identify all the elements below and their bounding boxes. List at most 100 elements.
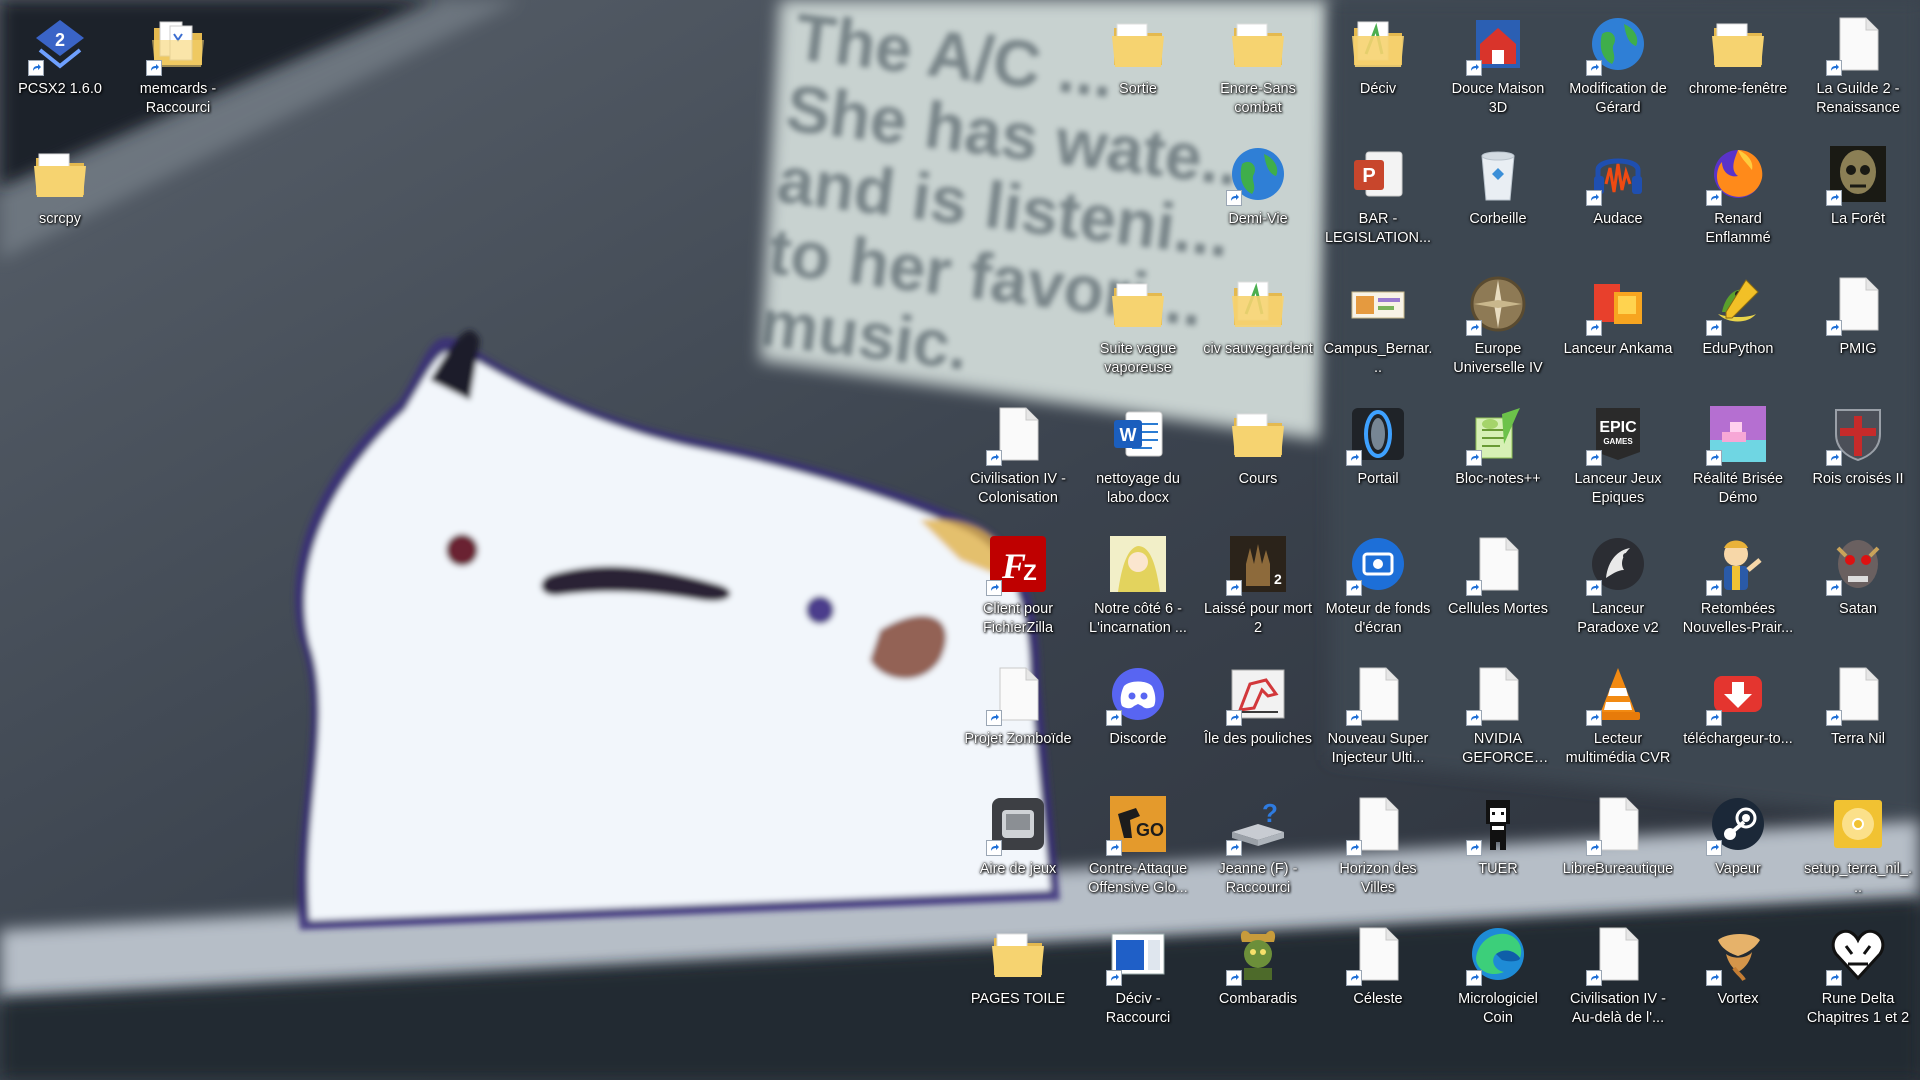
desktop-icon[interactable]: Sortie (1082, 4, 1194, 128)
desktop-icon[interactable]: Corbeille (1442, 134, 1554, 258)
desktop-icon[interactable]: La Forêt (1802, 134, 1914, 258)
desktop-icon[interactable]: Bloc-notes++ (1442, 394, 1554, 518)
desktop-icon[interactable]: Rois croisés II (1802, 394, 1914, 518)
desktop-icon[interactable]: ? Jeanne (F) - Raccourci (1202, 784, 1314, 908)
desktop-icon-label: BAR - LEGISLATION... (1324, 211, 1432, 246)
desktop-icon[interactable]: Vapeur (1682, 784, 1794, 908)
desktop-icon[interactable]: Moteur de fonds d'écran (1322, 524, 1434, 648)
desktop-icon-label: Rois croisés II (1812, 471, 1904, 487)
desktop-icon[interactable]: civ sauvegardent (1202, 264, 1314, 388)
firefox-icon (1706, 142, 1770, 206)
desktop-icon[interactable]: EPIC GAMES Lanceur Jeux Epiques (1562, 394, 1674, 518)
desktop-icon[interactable]: memcards - Raccourci (122, 4, 234, 128)
desktop-icon[interactable]: Discorde (1082, 654, 1194, 778)
paradox-icon (1586, 532, 1650, 596)
desktop-icon[interactable]: Notre côté 6 - L'incarnation ... (1082, 524, 1194, 648)
desktop-icon[interactable]: Wnettoyage du labo.docx (1082, 394, 1194, 518)
desktop-icon[interactable]: EduPython (1682, 264, 1794, 388)
desktop-icon[interactable]: Réalité Brisée Démo (1682, 394, 1794, 518)
desktop-icon[interactable]: Cours (1202, 394, 1314, 518)
desktop-icon[interactable]: Céleste (1322, 914, 1434, 1038)
desktop-icon[interactable]: Modification de Gérard (1562, 4, 1674, 128)
audacity-icon (1586, 142, 1650, 206)
desktop-icon-label: Terra Nil (1831, 731, 1885, 747)
desktop-icon[interactable]: Micrologiciel Coin (1442, 914, 1554, 1038)
desktop-icon[interactable]: P BAR - LEGISLATION... (1322, 134, 1434, 258)
desktop-icon[interactable]: Terra Nil (1802, 654, 1914, 778)
desktop-icon[interactable]: Aire de jeux (962, 784, 1074, 908)
demon-skull-icon (1826, 532, 1890, 596)
desktop-icon[interactable]: Portail (1322, 394, 1434, 518)
desktop-icon[interactable]: Europe Universelle IV (1442, 264, 1554, 388)
portal-icon (1346, 402, 1410, 466)
desktop-icon[interactable]: Vortex (1682, 914, 1794, 1038)
desktop-icon[interactable]: Campus_Bernar... (1322, 264, 1434, 388)
desktop-icon[interactable]: chrome-fenêtre (1682, 4, 1794, 128)
desktop-icon[interactable]: Audace (1562, 134, 1674, 258)
file-icon (1826, 662, 1890, 726)
desktop-icon[interactable]: Projet Zomboïde (962, 654, 1074, 778)
desktop-icon[interactable]: Retombées Nouvelles-Prair... (1682, 524, 1794, 648)
file-icon (1826, 272, 1890, 336)
shortcut-arrow-icon (986, 710, 1002, 726)
desktop-icon[interactable]: TUER (1442, 784, 1554, 908)
desktop-icon-label: Client pour FichierZilla (982, 601, 1054, 636)
desktop-icon[interactable]: Demi-Vie (1202, 134, 1314, 258)
desktop-icon-label: Corbeille (1469, 211, 1527, 227)
desktop-icon[interactable]: GO Contre-Attaque Offensive Glo... (1082, 784, 1194, 908)
desktop-icon[interactable]: scrcpy (4, 134, 116, 258)
sweet-home-icon (1466, 12, 1530, 76)
discord-icon (1106, 662, 1170, 726)
desktop-icon-label: Céleste (1353, 991, 1403, 1007)
desktop-icon[interactable]: Douce Maison 3D (1442, 4, 1554, 128)
svg-text:F: F (1001, 546, 1026, 586)
desktop-icon-label: Moteur de fonds d'écran (1325, 601, 1431, 636)
desktop-icon[interactable]: F Z Client pour FichierZilla (962, 524, 1074, 648)
desktop-icon[interactable]: Suite vague vaporeuse (1082, 264, 1194, 388)
svg-text:GO: GO (1136, 820, 1164, 840)
desktop-icon[interactable]: Civilisation IV - Colonisation (962, 394, 1074, 518)
shortcut-arrow-icon (1826, 710, 1842, 726)
desktop-icon[interactable]: PMIG (1802, 264, 1914, 388)
desktop-icon[interactable]: 2 Laissé pour mort 2 (1202, 524, 1314, 648)
desktop-icon[interactable]: Satan (1802, 524, 1914, 648)
desktop-icon-label: civ sauvegardent (1203, 341, 1313, 357)
shortcut-arrow-icon (1226, 580, 1242, 596)
desktop-icon[interactable]: setup_terra_nil_... (1802, 784, 1914, 908)
folder-icon (1346, 12, 1410, 76)
desktop-icon[interactable]: Lecteur multimédia CVR (1562, 654, 1674, 778)
recycle-bin-icon (1466, 142, 1530, 206)
desktop-icon[interactable]: La Guilde 2 - Renaissance (1802, 4, 1914, 128)
desktop-icon[interactable]: Lanceur Ankama (1562, 264, 1674, 388)
desktop-icon[interactable]: Renard Enflammé (1682, 134, 1794, 258)
desktop-icon[interactable]: Rune Delta Chapitres 1 et 2 (1802, 914, 1914, 1038)
desktop-icon[interactable]: Île des pouliches (1202, 654, 1314, 778)
desktop-icon[interactable]: Combaradis (1202, 914, 1314, 1038)
shortcut-arrow-icon (1706, 970, 1722, 986)
desktop-icon-label: Micrologiciel Coin (1458, 991, 1538, 1026)
desktop-icon[interactable]: PAGES TOILE (962, 914, 1074, 1038)
shortcut-arrow-icon (1826, 60, 1842, 76)
desktop-icon[interactable]: Civilisation IV - Au-delà de l'... (1562, 914, 1674, 1038)
shortcut-arrow-icon (1466, 60, 1482, 76)
shortcut-arrow-icon (1586, 840, 1602, 856)
shortcut-arrow-icon (146, 60, 162, 76)
desktop-icon[interactable]: Nouveau Super Injecteur Ulti... (1322, 654, 1434, 778)
desktop-icon[interactable]: 2 PCSX2 1.6.0 (4, 4, 116, 128)
desktop-icon[interactable]: Déciv - Raccourci (1082, 914, 1194, 1038)
desktop-icon[interactable]: NVIDIA GEFORCE MAINTENANT (1442, 654, 1554, 778)
folder-files-icon (146, 12, 210, 76)
shortcut-arrow-icon (1586, 970, 1602, 986)
desktop-icon[interactable]: Encre-Sans combat (1202, 4, 1314, 128)
desktop-icon-label: Déciv (1359, 81, 1397, 97)
folder-icon (1706, 12, 1770, 76)
desktop-icon[interactable]: Lanceur Paradoxe v2 (1562, 524, 1674, 648)
desktop-icon[interactable]: LibreBureautique (1562, 784, 1674, 908)
python-icon (1706, 272, 1770, 336)
desktop-icon[interactable]: téléchargeur-to... (1682, 654, 1794, 778)
desktop-icon[interactable]: Déciv (1322, 4, 1434, 128)
desktop-icon[interactable]: Horizon des Villes (1322, 784, 1434, 908)
desktop-icon-label: Portail (1357, 471, 1399, 487)
shortcut-arrow-icon (1586, 710, 1602, 726)
desktop-icon[interactable]: Cellules Mortes (1442, 524, 1554, 648)
